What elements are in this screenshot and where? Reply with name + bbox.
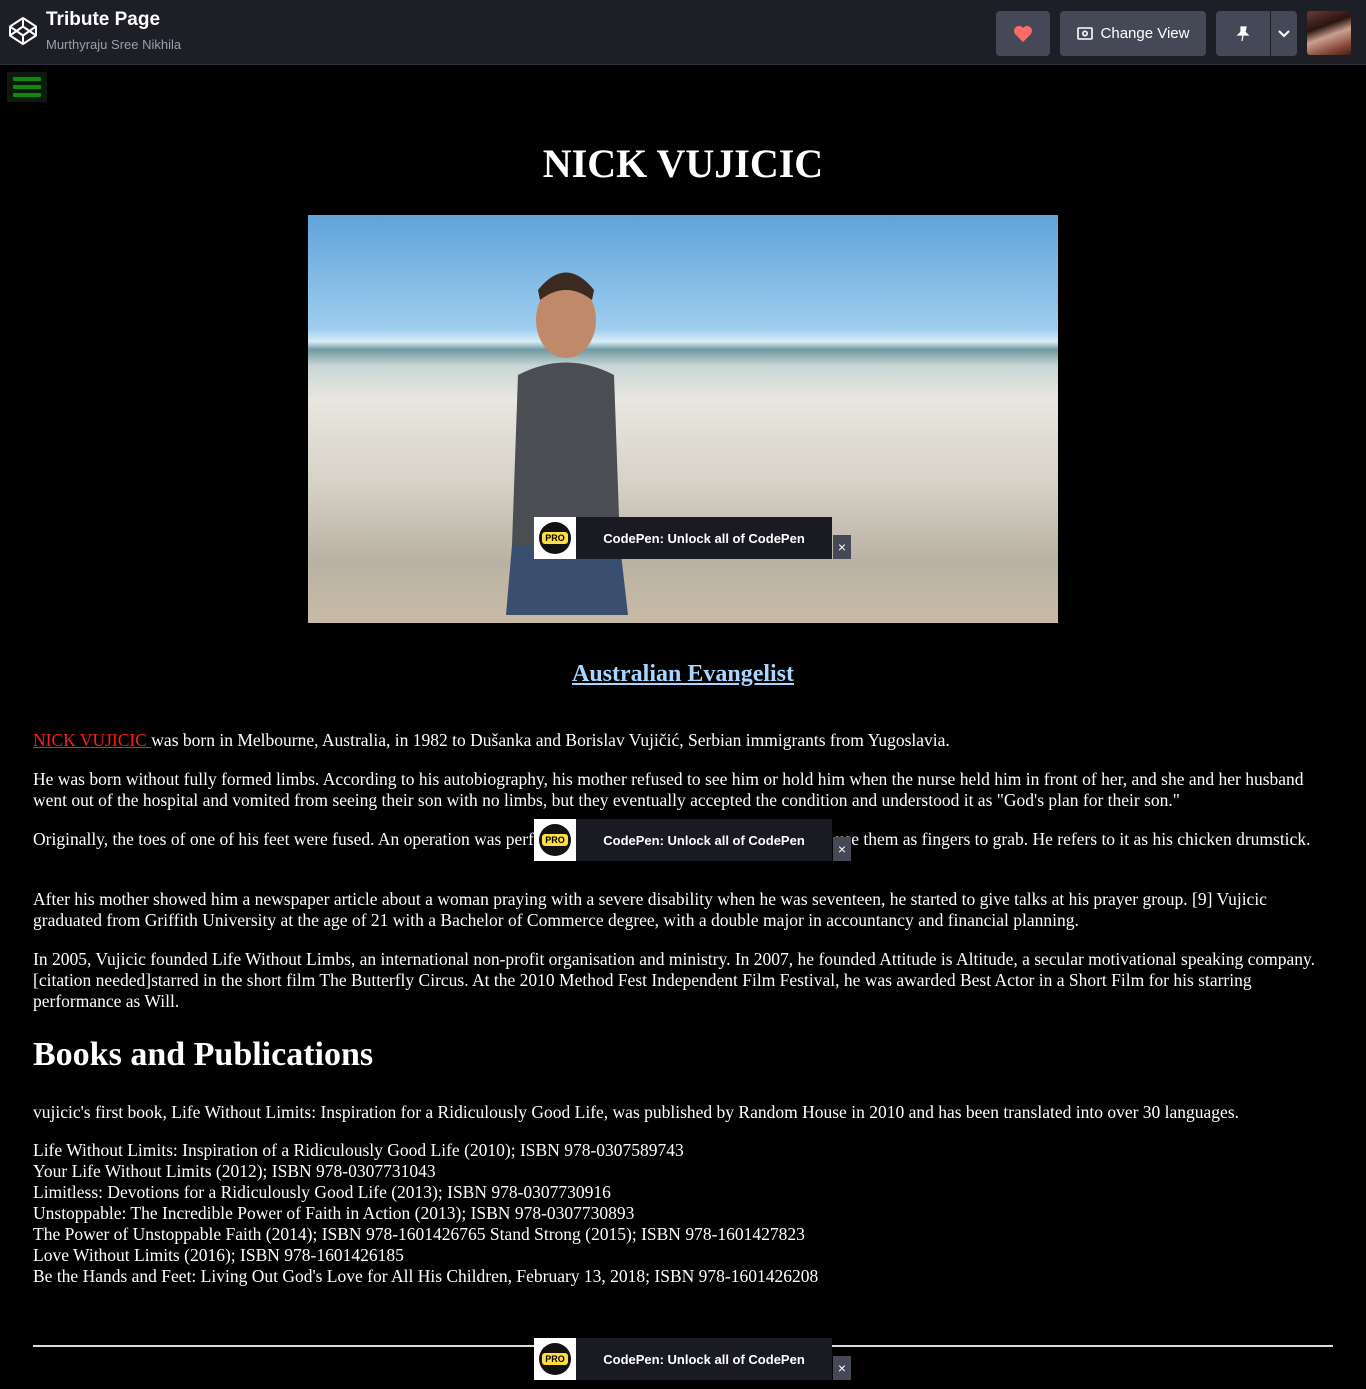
pin-dropdown-button[interactable] [1271,11,1297,56]
promo-text: CodePen: Unlock all of CodePen [603,530,805,546]
paragraph-2: He was born without fully formed limbs. … [33,769,1304,810]
pro-badge-icon: PRO [534,1338,576,1380]
list-item: Be the Hands and Feet: Living Out God's … [33,1266,819,1286]
pro-badge-icon: PRO [534,517,576,559]
person-figure [506,272,628,615]
page-title: NICK VUJICIC [542,141,824,186]
codepen-header: Tribute Page Murthyraju Sree Nikhila Cha… [0,0,1366,65]
name-link[interactable]: NICK VUJICIC [33,730,151,750]
pin-button[interactable] [1216,11,1270,56]
codepen-logo-icon[interactable] [8,16,38,46]
list-item: Unstoppable: The Incredible Power of Fai… [33,1203,635,1223]
change-view-icon [1076,27,1093,40]
subtitle-link[interactable]: Australian Evangelist [572,661,794,687]
close-icon[interactable]: × [833,535,851,559]
chevron-down-icon [1278,29,1290,37]
list-item: Love Without Limits (2016); ISBN 978-160… [33,1245,404,1265]
avatar[interactable] [1307,11,1351,55]
pin-icon [1236,25,1250,41]
promo-text: CodePen: Unlock all of CodePen [603,832,805,848]
list-item: Life Without Limits: Inspiration of a Ri… [33,1140,684,1160]
intro-paragraph: NICK VUJICIC was born in Melbourne, Aust… [33,730,1323,751]
pen-author[interactable]: Murthyraju Sree Nikhila [46,37,181,52]
promo-text: CodePen: Unlock all of CodePen [603,1351,805,1367]
subtitle-heading: Australian Evangelist [0,661,1366,688]
intro-text: was born in Melbourne, Australia, in 198… [151,730,950,750]
list-item: Your Life Without Limits (2012); ISBN 97… [33,1161,436,1181]
list-item: The Power of Unstoppable Faith (2014); I… [33,1224,805,1244]
books-heading: Books and Publications [33,1036,374,1073]
like-button[interactable] [996,11,1050,56]
close-icon[interactable]: × [833,837,851,861]
heart-icon [1014,25,1032,42]
hamburger-icon[interactable] [7,72,47,102]
close-icon[interactable]: × [833,1356,851,1380]
books-list: Life Without Limits: Inspiration of a Ri… [33,1140,818,1287]
list-item: Limitless: Devotions for a Ridiculously … [33,1182,611,1202]
hero-image [308,215,1058,623]
books-intro: vujicic's first book, Life Without Limit… [33,1102,1240,1122]
pro-promo-banner[interactable]: PRO CodePen: Unlock all of CodePen [534,1338,832,1380]
paragraph-5: In 2005, Vujicic founded Life Without Li… [33,949,1315,1011]
pro-promo-banner[interactable]: PRO CodePen: Unlock all of CodePen [534,517,832,559]
paragraph-4: After his mother showed him a newspaper … [33,889,1267,930]
change-view-button[interactable]: Change View [1060,11,1206,56]
pro-badge-icon: PRO [534,819,576,861]
change-view-label: Change View [1100,25,1190,42]
pro-promo-banner[interactable]: PRO CodePen: Unlock all of CodePen [534,819,832,861]
pen-title[interactable]: Tribute Page [46,9,160,31]
